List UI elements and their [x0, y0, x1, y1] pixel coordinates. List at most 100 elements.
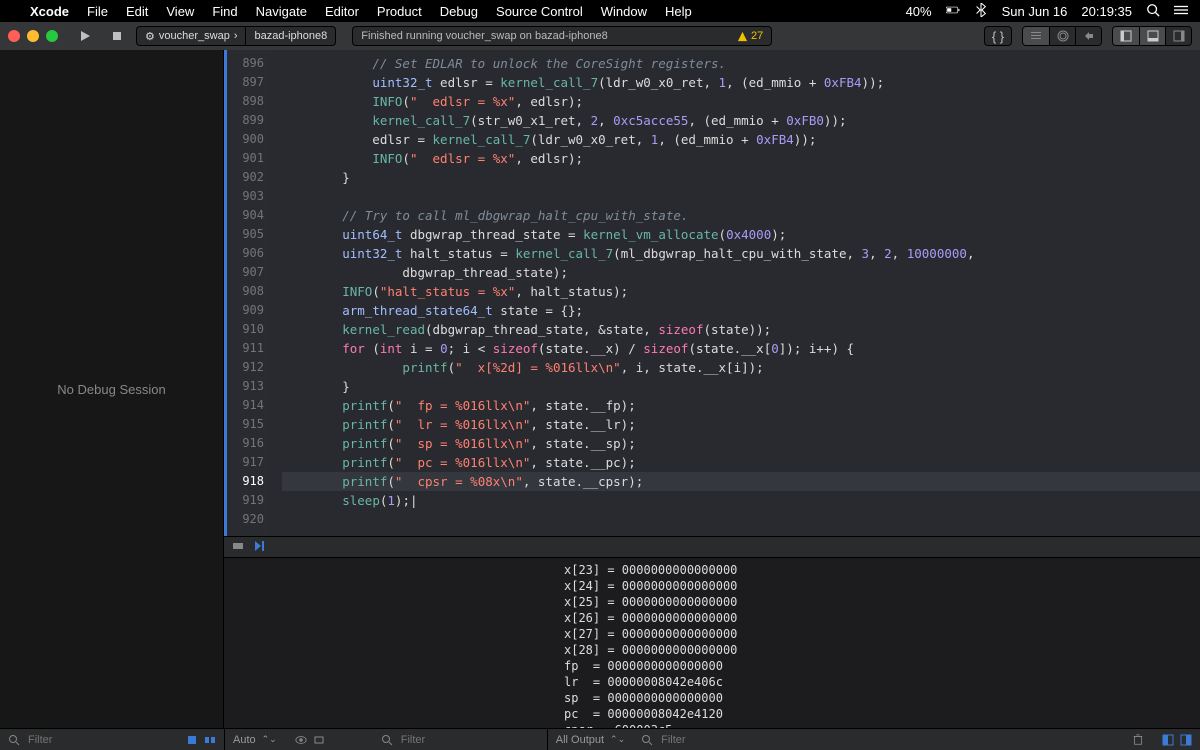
show-console-view-icon[interactable]: [1180, 734, 1192, 746]
assistant-editor-button[interactable]: [1049, 27, 1075, 45]
variables-view-mode[interactable]: Auto: [233, 734, 256, 746]
code-line[interactable]: printf(" fp = %016llx\n", state.__fp);: [282, 396, 1200, 415]
code-snippets-button[interactable]: { }: [984, 26, 1012, 46]
code-line[interactable]: printf(" cpsr = %08x\n", state.__cpsr);: [282, 472, 1200, 491]
navigator-filter-input[interactable]: [26, 733, 146, 747]
battery-icon[interactable]: [946, 3, 960, 20]
line-number[interactable]: 897: [227, 73, 264, 92]
warnings-badge[interactable]: 27: [737, 30, 763, 42]
debug-console[interactable]: x[23] = 0000000000000000 x[24] = 0000000…: [224, 558, 1200, 728]
toggle-navigator-button[interactable]: [1113, 27, 1139, 45]
line-number[interactable]: 907: [227, 263, 264, 282]
code-line[interactable]: printf(" sp = %016llx\n", state.__sp);: [282, 434, 1200, 453]
menu-help[interactable]: Help: [665, 4, 692, 19]
code-line[interactable]: uint64_t dbgwrap_thread_state = kernel_v…: [282, 225, 1200, 244]
code-line[interactable]: dbgwrap_thread_state);: [282, 263, 1200, 282]
menu-debug[interactable]: Debug: [440, 4, 478, 19]
line-number[interactable]: 906: [227, 244, 264, 263]
code-line[interactable]: kernel_call_7(str_w0_x1_ret, 2, 0xc5acce…: [282, 111, 1200, 130]
line-number[interactable]: 919: [227, 491, 264, 510]
line-number[interactable]: 911: [227, 339, 264, 358]
panel-toggle-segmented[interactable]: [1112, 26, 1192, 46]
line-number[interactable]: 899: [227, 111, 264, 130]
editor-mode-segmented[interactable]: [1022, 26, 1102, 46]
console-output-mode[interactable]: All Output: [556, 734, 604, 746]
version-editor-button[interactable]: [1075, 27, 1101, 45]
toggle-breakpoints-icon[interactable]: [232, 540, 244, 555]
continue-icon[interactable]: [254, 540, 266, 555]
standard-editor-button[interactable]: [1023, 27, 1049, 45]
bluetooth-icon[interactable]: [974, 3, 988, 20]
code-line[interactable]: [282, 510, 1200, 529]
line-number[interactable]: 900: [227, 130, 264, 149]
spotlight-icon[interactable]: [1146, 3, 1160, 20]
app-menu[interactable]: Xcode: [30, 4, 69, 19]
code-line[interactable]: printf(" pc = %016llx\n", state.__pc);: [282, 453, 1200, 472]
line-number[interactable]: 896: [227, 54, 264, 73]
line-number[interactable]: 913: [227, 377, 264, 396]
line-number[interactable]: 920: [227, 510, 264, 529]
menu-source-control[interactable]: Source Control: [496, 4, 583, 19]
code-area[interactable]: // Set EDLAR to unlock the CoreSight reg…: [270, 50, 1200, 536]
line-number[interactable]: 901: [227, 149, 264, 168]
line-number[interactable]: 918: [227, 472, 264, 491]
stop-button[interactable]: [104, 26, 130, 46]
menu-find[interactable]: Find: [212, 4, 237, 19]
code-line[interactable]: // Set EDLAR to unlock the CoreSight reg…: [282, 54, 1200, 73]
run-button[interactable]: [72, 26, 98, 46]
code-line[interactable]: kernel_read(dbgwrap_thread_state, &state…: [282, 320, 1200, 339]
code-line[interactable]: [282, 187, 1200, 206]
line-number[interactable]: 904: [227, 206, 264, 225]
source-editor[interactable]: 8968978988999009019029039049059069079089…: [224, 50, 1200, 536]
line-number[interactable]: 908: [227, 282, 264, 301]
code-line[interactable]: printf(" x[%2d] = %016llx\n", i, state._…: [282, 358, 1200, 377]
queue-icon[interactable]: [204, 734, 216, 746]
menubar-date[interactable]: Sun Jun 16: [1002, 4, 1068, 19]
line-number[interactable]: 917: [227, 453, 264, 472]
toggle-debug-area-button[interactable]: [1139, 27, 1165, 45]
console-filter-input[interactable]: [659, 733, 779, 747]
menu-file[interactable]: File: [87, 4, 108, 19]
activity-viewer[interactable]: Finished running voucher_swap on bazad-i…: [352, 26, 772, 46]
thread-icon[interactable]: [186, 734, 198, 746]
line-number[interactable]: 915: [227, 415, 264, 434]
menubar-time[interactable]: 20:19:35: [1081, 4, 1132, 19]
code-line[interactable]: printf(" lr = %016llx\n", state.__lr);: [282, 415, 1200, 434]
code-line[interactable]: INFO(" edlsr = %x", edlsr);: [282, 92, 1200, 111]
line-number[interactable]: 905: [227, 225, 264, 244]
trash-icon[interactable]: [1132, 734, 1144, 746]
line-number[interactable]: 902: [227, 168, 264, 187]
menu-editor[interactable]: Editor: [325, 4, 359, 19]
code-line[interactable]: INFO(" edlsr = %x", edlsr);: [282, 149, 1200, 168]
line-number[interactable]: 910: [227, 320, 264, 339]
toggle-inspector-button[interactable]: [1165, 27, 1191, 45]
code-line[interactable]: uint32_t edlsr = kernel_call_7(ldr_w0_x0…: [282, 73, 1200, 92]
code-line[interactable]: }: [282, 377, 1200, 396]
line-number[interactable]: 898: [227, 92, 264, 111]
close-window-button[interactable]: [8, 30, 20, 42]
code-line[interactable]: arm_thread_state64_t state = {};: [282, 301, 1200, 320]
line-number[interactable]: 909: [227, 301, 264, 320]
code-line[interactable]: }: [282, 168, 1200, 187]
line-number[interactable]: 903: [227, 187, 264, 206]
code-line[interactable]: for (int i = 0; i < sizeof(state.__x) / …: [282, 339, 1200, 358]
variables-filter-input[interactable]: [399, 733, 519, 747]
control-center-icon[interactable]: [1174, 3, 1188, 20]
menu-product[interactable]: Product: [377, 4, 422, 19]
zoom-window-button[interactable]: [46, 30, 58, 42]
menu-edit[interactable]: Edit: [126, 4, 148, 19]
menu-window[interactable]: Window: [601, 4, 647, 19]
code-line[interactable]: uint32_t halt_status = kernel_call_7(ml_…: [282, 244, 1200, 263]
code-line[interactable]: sleep(1);|: [282, 491, 1200, 510]
line-number[interactable]: 914: [227, 396, 264, 415]
code-line[interactable]: INFO("halt_status = %x", halt_status);: [282, 282, 1200, 301]
code-line[interactable]: edlsr = kernel_call_7(ldr_w0_x0_ret, 1, …: [282, 130, 1200, 149]
line-number-gutter[interactable]: 8968978988999009019029039049059069079089…: [224, 50, 270, 536]
line-number[interactable]: 912: [227, 358, 264, 377]
menu-navigate[interactable]: Navigate: [256, 4, 307, 19]
line-number[interactable]: 916: [227, 434, 264, 453]
eye-icon[interactable]: [295, 734, 307, 746]
scheme-selector[interactable]: ⚙︎ voucher_swap › bazad-iphone8: [136, 26, 336, 46]
print-icon[interactable]: [313, 734, 325, 746]
menu-view[interactable]: View: [166, 4, 194, 19]
